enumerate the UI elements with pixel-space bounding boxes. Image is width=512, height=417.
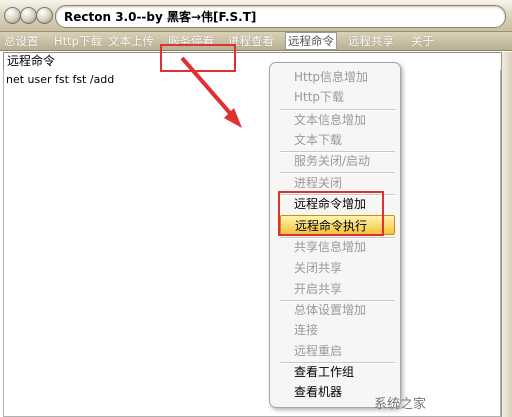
app-window: Recton 3.0--by 黑客→伟[F.S.T] 总设置 Http下载 文本… — [0, 0, 512, 417]
annotation-arrow — [180, 56, 242, 128]
watermark: 系统之家 — [374, 397, 427, 412]
